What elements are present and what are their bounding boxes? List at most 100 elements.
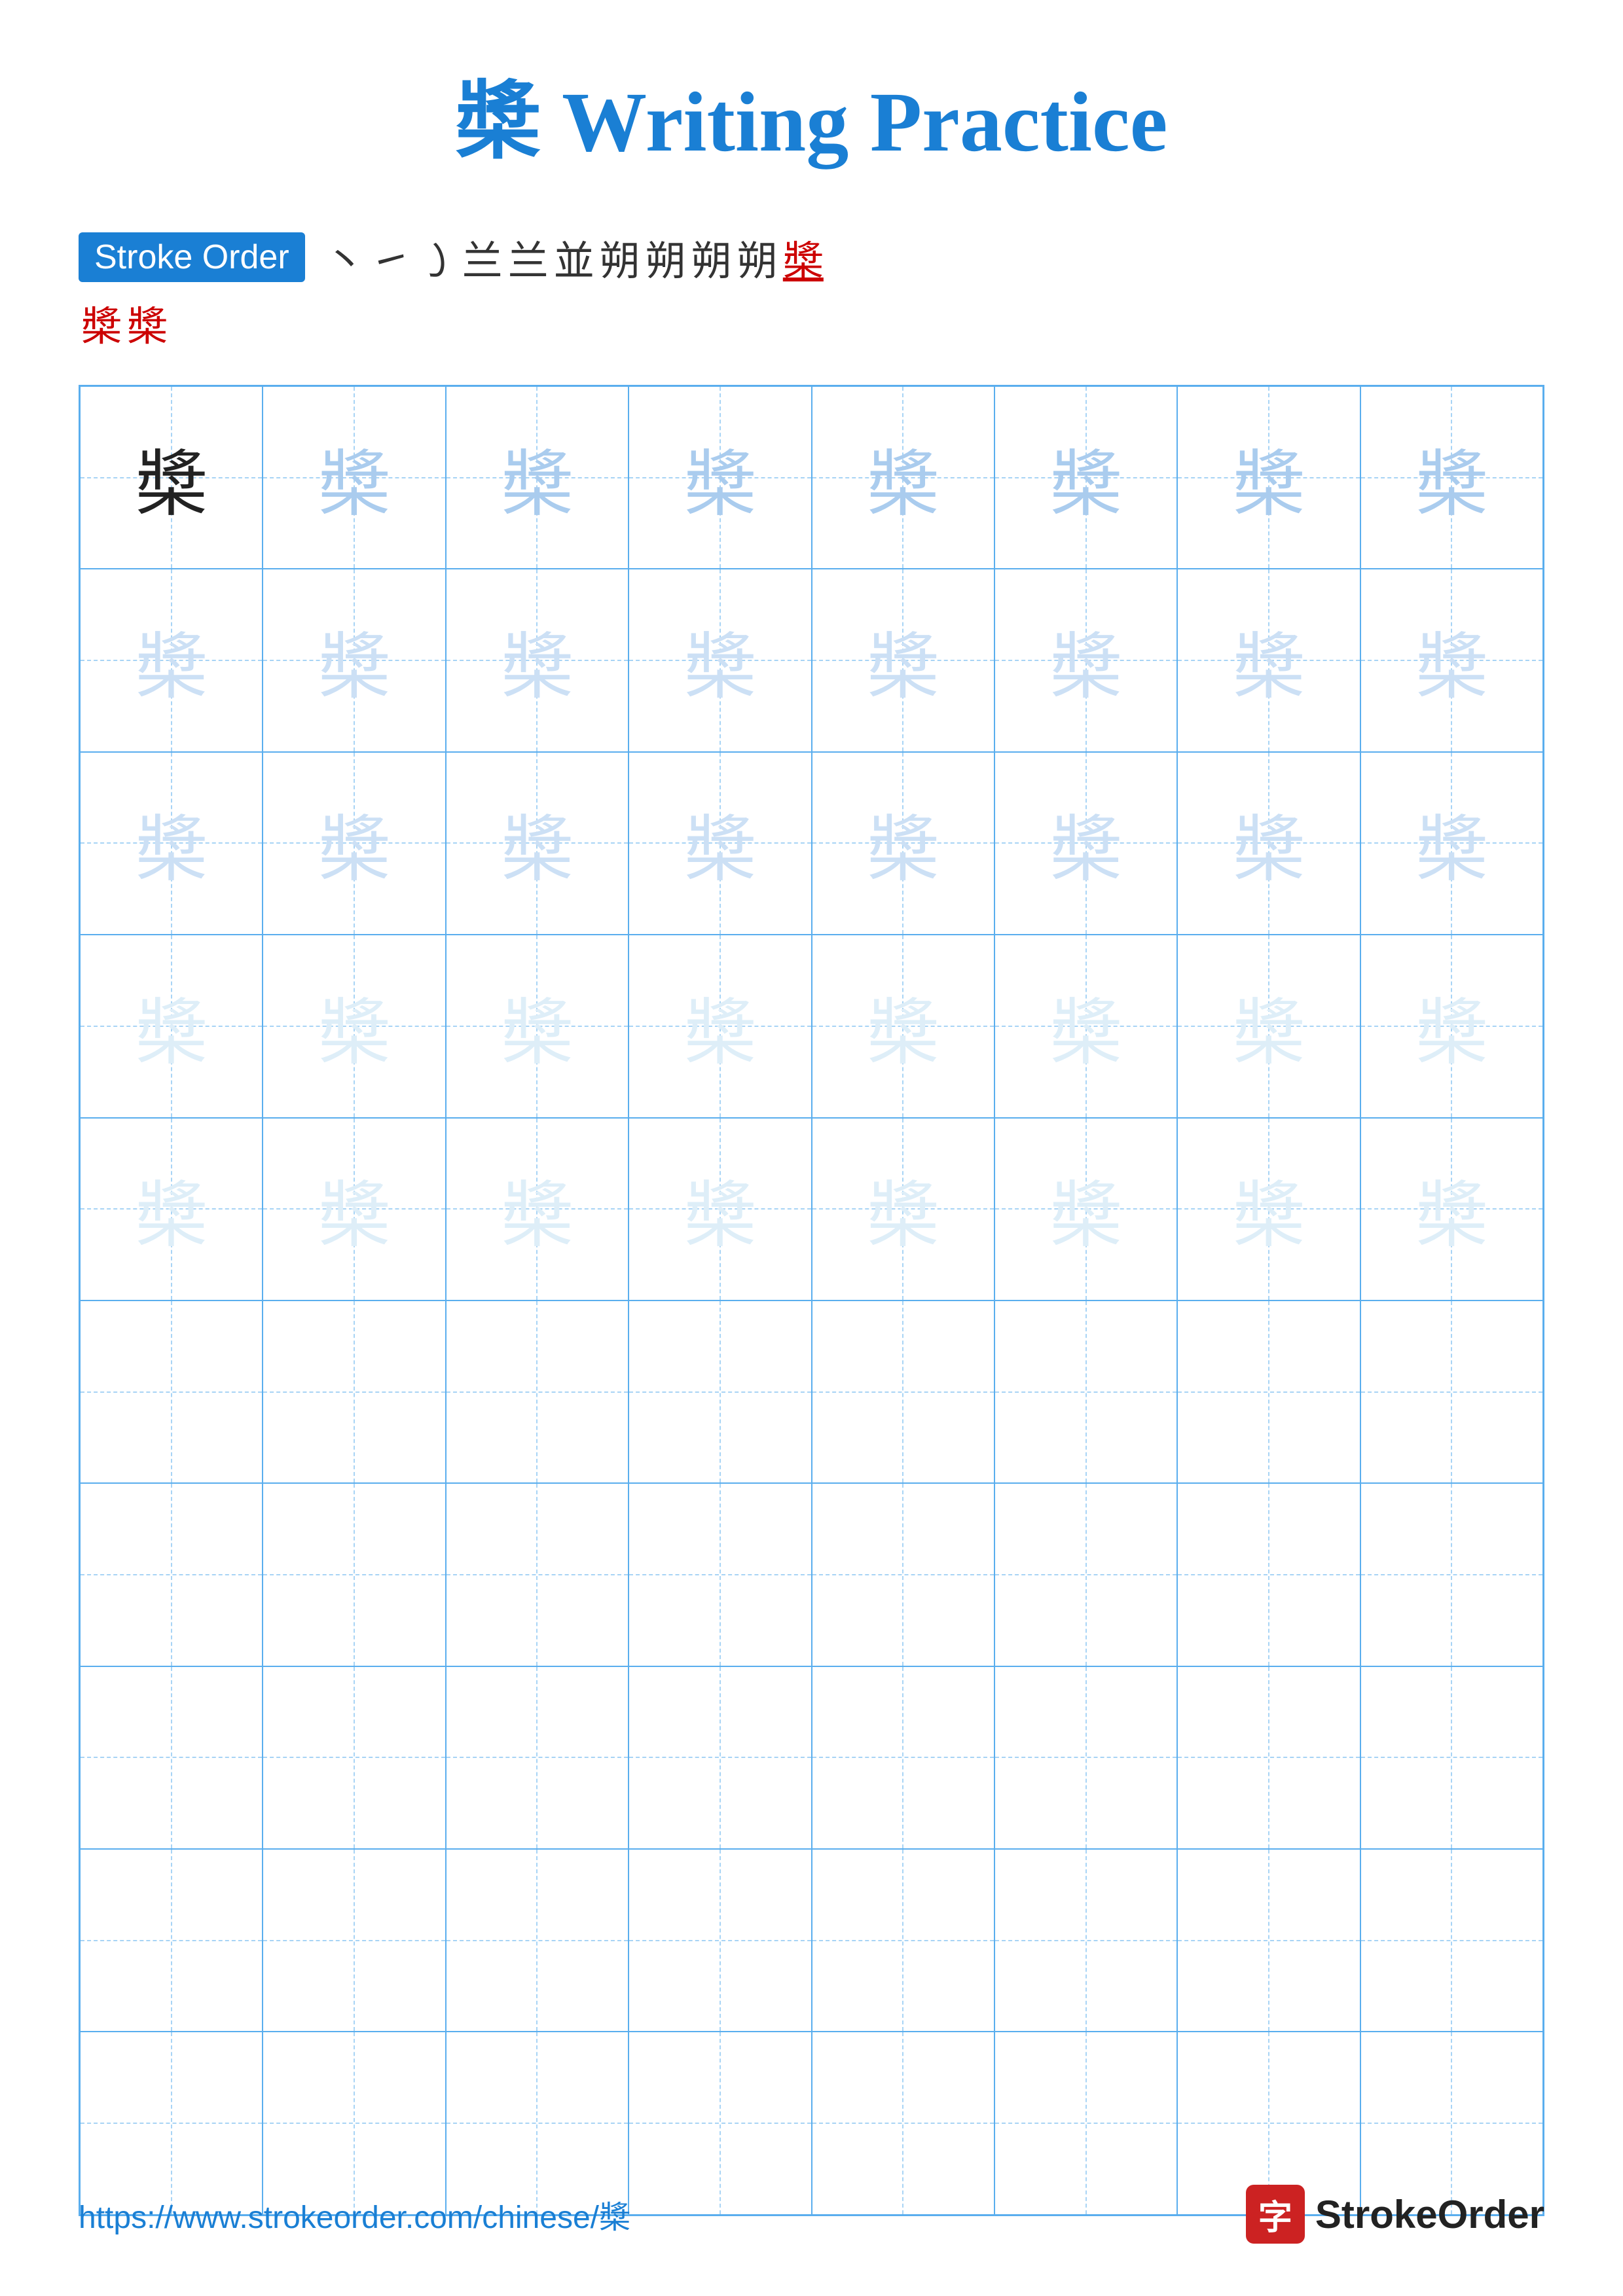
grid-cell-2-4: 槳 bbox=[629, 569, 811, 751]
char-guide: 槳 bbox=[684, 608, 756, 713]
grid-cell-8-1 bbox=[80, 1666, 263, 1849]
grid-cell-8-5 bbox=[812, 1666, 994, 1849]
char-guide: 槳 bbox=[684, 974, 756, 1079]
grid-cell-7-2 bbox=[263, 1483, 445, 1666]
grid-cell-1-6: 槳 bbox=[994, 386, 1177, 569]
page-title: 槳 Writing Practice bbox=[456, 52, 1168, 175]
stroke-4: 兰 bbox=[462, 228, 503, 287]
stroke-9: 朔 bbox=[691, 228, 732, 287]
grid-cell-5-7: 槳 bbox=[1177, 1118, 1360, 1300]
grid-cell-2-3: 槳 bbox=[446, 569, 629, 751]
grid-cell-3-5: 槳 bbox=[812, 752, 994, 935]
grid-cell-7-3 bbox=[446, 1483, 629, 1666]
char-guide: 槳 bbox=[501, 608, 573, 713]
grid-cell-9-6 bbox=[994, 1849, 1177, 2032]
grid-row-4: 槳 槳 槳 槳 槳 槳 槳 槳 bbox=[80, 935, 1543, 1117]
char-guide: 槳 bbox=[318, 608, 390, 713]
grid-cell-4-8: 槳 bbox=[1360, 935, 1543, 1117]
grid-row-6 bbox=[80, 1300, 1543, 1483]
char-guide: 槳 bbox=[867, 1157, 939, 1261]
char-guide: 槳 bbox=[1233, 1157, 1305, 1261]
grid-cell-1-5: 槳 bbox=[812, 386, 994, 569]
grid-cell-7-6 bbox=[994, 1483, 1177, 1666]
page: 槳 Writing Practice Stroke Order 丶 ㇀ ㇁ 兰 … bbox=[0, 0, 1623, 2296]
grid-cell-4-4: 槳 bbox=[629, 935, 811, 1117]
grid-cell-3-2: 槳 bbox=[263, 752, 445, 935]
char-guide: 槳 bbox=[684, 1157, 756, 1261]
grid-cell-9-2 bbox=[263, 1849, 445, 2032]
char-guide: 槳 bbox=[1050, 425, 1122, 530]
grid-cell-6-5 bbox=[812, 1300, 994, 1483]
grid-cell-1-2: 槳 bbox=[263, 386, 445, 569]
char-guide: 槳 bbox=[1050, 791, 1122, 895]
stroke-1: 丶 bbox=[325, 228, 365, 287]
stroke-order-badge: Stroke Order bbox=[79, 232, 305, 282]
grid-cell-6-3 bbox=[446, 1300, 629, 1483]
grid-cell-7-5 bbox=[812, 1483, 994, 1666]
grid-cell-7-1 bbox=[80, 1483, 263, 1666]
stroke-chars-line2: 槳 槳 bbox=[79, 293, 1544, 352]
grid-cell-6-8 bbox=[1360, 1300, 1543, 1483]
grid-cell-5-6: 槳 bbox=[994, 1118, 1177, 1300]
grid-cell-4-3: 槳 bbox=[446, 935, 629, 1117]
grid-cell-5-5: 槳 bbox=[812, 1118, 994, 1300]
grid-row-8 bbox=[80, 1666, 1543, 1849]
grid-cell-3-7: 槳 bbox=[1177, 752, 1360, 935]
grid-cell-3-6: 槳 bbox=[994, 752, 1177, 935]
grid-cell-2-5: 槳 bbox=[812, 569, 994, 751]
stroke-7: 朔 bbox=[600, 228, 640, 287]
stroke-6: 並 bbox=[554, 228, 594, 287]
grid-cell-4-5: 槳 bbox=[812, 935, 994, 1117]
char-guide: 槳 bbox=[1050, 1157, 1122, 1261]
grid-cell-3-3: 槳 bbox=[446, 752, 629, 935]
grid-cell-5-1: 槳 bbox=[80, 1118, 263, 1300]
stroke-3: ㇁ bbox=[416, 228, 457, 287]
char-guide: 槳 bbox=[1415, 608, 1487, 713]
grid-cell-1-3: 槳 bbox=[446, 386, 629, 569]
stroke-11: 槳 bbox=[783, 228, 824, 287]
grid-cell-1-4: 槳 bbox=[629, 386, 811, 569]
grid-cell-6-7 bbox=[1177, 1300, 1360, 1483]
grid-cell-8-3 bbox=[446, 1666, 629, 1849]
char-guide: 槳 bbox=[318, 425, 390, 530]
grid-cell-6-1 bbox=[80, 1300, 263, 1483]
grid-cell-7-8 bbox=[1360, 1483, 1543, 1666]
char-guide: 槳 bbox=[318, 1157, 390, 1261]
char-guide: 槳 bbox=[1415, 1157, 1487, 1261]
grid-row-3: 槳 槳 槳 槳 槳 槳 槳 槳 bbox=[80, 752, 1543, 935]
grid-cell-2-8: 槳 bbox=[1360, 569, 1543, 751]
char-guide: 槳 bbox=[867, 425, 939, 530]
grid-row-5: 槳 槳 槳 槳 槳 槳 槳 槳 bbox=[80, 1118, 1543, 1300]
stroke-order-row: Stroke Order 丶 ㇀ ㇁ 兰 兰 並 朔 朔 朔 朔 槳 bbox=[79, 228, 1544, 287]
grid-cell-4-7: 槳 bbox=[1177, 935, 1360, 1117]
stroke-order-section: Stroke Order 丶 ㇀ ㇁ 兰 兰 並 朔 朔 朔 朔 槳 槳 槳 bbox=[79, 228, 1544, 352]
stroke-chars-line1: 丶 ㇀ ㇁ 兰 兰 並 朔 朔 朔 朔 槳 bbox=[325, 228, 824, 287]
footer-url[interactable]: https://www.strokeorder.com/chinese/槳 bbox=[79, 2191, 630, 2237]
char-guide: 槳 bbox=[136, 608, 208, 713]
char-guide: 槳 bbox=[1233, 608, 1305, 713]
grid-cell-3-8: 槳 bbox=[1360, 752, 1543, 935]
grid-cell-3-4: 槳 bbox=[629, 752, 811, 935]
grid-cell-1-7: 槳 bbox=[1177, 386, 1360, 569]
footer-logo: 字 StrokeOrder bbox=[1246, 2185, 1544, 2244]
char-guide: 槳 bbox=[501, 425, 573, 530]
char-guide: 槳 bbox=[684, 791, 756, 895]
grid-cell-2-6: 槳 bbox=[994, 569, 1177, 751]
char-guide: 槳 bbox=[867, 791, 939, 895]
stroke-line2-1: 槳 bbox=[81, 293, 122, 352]
grid-cell-4-6: 槳 bbox=[994, 935, 1177, 1117]
grid-cell-3-1: 槳 bbox=[80, 752, 263, 935]
grid-cell-7-7 bbox=[1177, 1483, 1360, 1666]
grid-row-7 bbox=[80, 1483, 1543, 1666]
char-guide: 槳 bbox=[501, 974, 573, 1079]
stroke-10: 朔 bbox=[737, 228, 778, 287]
grid-cell-2-1: 槳 bbox=[80, 569, 263, 751]
grid-cell-6-2 bbox=[263, 1300, 445, 1483]
char-guide: 槳 bbox=[318, 791, 390, 895]
char-guide: 槳 bbox=[1233, 791, 1305, 895]
grid-cell-8-6 bbox=[994, 1666, 1177, 1849]
grid-cell-8-7 bbox=[1177, 1666, 1360, 1849]
char-guide: 槳 bbox=[136, 791, 208, 895]
grid-cell-9-7 bbox=[1177, 1849, 1360, 2032]
grid-row-1: 槳 槳 槳 槳 槳 槳 槳 槳 bbox=[80, 386, 1543, 569]
